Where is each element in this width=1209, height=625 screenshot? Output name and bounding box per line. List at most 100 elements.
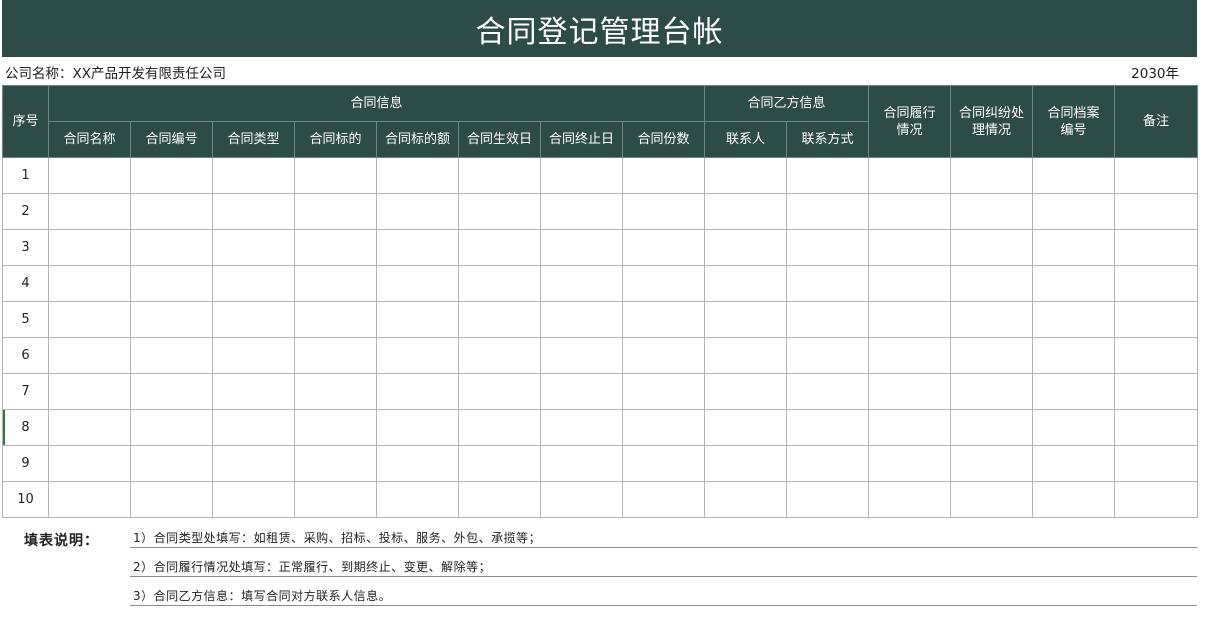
table-cell[interactable] — [868, 229, 952, 266]
table-cell[interactable] — [540, 193, 623, 230]
table-cell[interactable] — [376, 193, 459, 230]
table-cell[interactable] — [540, 157, 623, 194]
table-cell[interactable] — [1032, 445, 1116, 482]
table-cell[interactable] — [48, 193, 131, 230]
table-cell[interactable] — [704, 229, 788, 266]
table-cell[interactable] — [868, 157, 952, 194]
table-cell[interactable] — [621, 157, 706, 194]
table-cell[interactable] — [868, 301, 952, 338]
table-cell[interactable] — [294, 481, 377, 518]
table-cell[interactable] — [130, 409, 213, 446]
row-index-cell[interactable]: 10 — [2, 481, 49, 518]
table-cell[interactable] — [458, 301, 541, 338]
table-cell[interactable] — [621, 337, 706, 374]
table-cell[interactable] — [376, 157, 459, 194]
table-cell[interactable] — [1114, 373, 1199, 410]
table-cell[interactable] — [130, 373, 213, 410]
table-cell[interactable] — [458, 445, 541, 482]
table-cell[interactable] — [704, 409, 788, 446]
table-cell[interactable] — [621, 445, 706, 482]
table-cell[interactable] — [48, 157, 131, 194]
table-cell[interactable] — [212, 337, 295, 374]
table-cell[interactable] — [1114, 157, 1199, 194]
table-cell[interactable] — [376, 481, 459, 518]
table-cell[interactable] — [376, 409, 459, 446]
table-cell[interactable] — [130, 337, 213, 374]
table-cell[interactable] — [294, 337, 377, 374]
table-cell[interactable] — [540, 301, 623, 338]
table-cell[interactable] — [950, 157, 1034, 194]
table-cell[interactable] — [1114, 481, 1199, 518]
table-cell[interactable] — [1114, 229, 1199, 266]
table-cell[interactable] — [1032, 229, 1116, 266]
table-cell[interactable] — [540, 337, 623, 374]
table-cell[interactable] — [704, 265, 788, 302]
table-cell[interactable] — [1114, 409, 1199, 446]
table-cell[interactable] — [376, 265, 459, 302]
table-cell[interactable] — [786, 337, 870, 374]
table-cell[interactable] — [130, 301, 213, 338]
table-cell[interactable] — [294, 265, 377, 302]
table-cell[interactable] — [540, 409, 623, 446]
table-cell[interactable] — [621, 265, 706, 302]
table-cell[interactable] — [130, 229, 213, 266]
table-cell[interactable] — [1114, 445, 1199, 482]
table-cell[interactable] — [786, 409, 870, 446]
table-cell[interactable] — [294, 445, 377, 482]
table-cell[interactable] — [458, 193, 541, 230]
table-cell[interactable] — [786, 373, 870, 410]
table-cell[interactable] — [540, 481, 623, 518]
table-cell[interactable] — [458, 373, 541, 410]
table-cell[interactable] — [458, 337, 541, 374]
table-cell[interactable] — [458, 157, 541, 194]
table-cell[interactable] — [130, 193, 213, 230]
table-cell[interactable] — [48, 265, 131, 302]
table-cell[interactable] — [212, 193, 295, 230]
table-cell[interactable] — [294, 157, 377, 194]
table-cell[interactable] — [704, 301, 788, 338]
table-cell[interactable] — [1032, 409, 1116, 446]
table-cell[interactable] — [376, 337, 459, 374]
table-cell[interactable] — [212, 157, 295, 194]
table-cell[interactable] — [48, 409, 131, 446]
row-index-cell[interactable]: 6 — [2, 337, 49, 374]
table-cell[interactable] — [376, 445, 459, 482]
table-cell[interactable] — [212, 373, 295, 410]
table-cell[interactable] — [48, 373, 131, 410]
row-index-cell[interactable]: 3 — [2, 229, 49, 266]
table-cell[interactable] — [1114, 301, 1199, 338]
table-cell[interactable] — [294, 229, 377, 266]
table-cell[interactable] — [950, 193, 1034, 230]
table-cell[interactable] — [786, 301, 870, 338]
table-cell[interactable] — [621, 481, 706, 518]
table-cell[interactable] — [1032, 301, 1116, 338]
table-cell[interactable] — [868, 409, 952, 446]
table-cell[interactable] — [704, 157, 788, 194]
table-cell[interactable] — [786, 157, 870, 194]
table-cell[interactable] — [621, 373, 706, 410]
table-cell[interactable] — [130, 445, 213, 482]
row-index-cell[interactable]: 2 — [2, 193, 49, 230]
table-cell[interactable] — [1032, 481, 1116, 518]
row-index-cell[interactable]: 4 — [2, 265, 49, 302]
table-cell[interactable] — [294, 373, 377, 410]
table-cell[interactable] — [950, 445, 1034, 482]
table-cell[interactable] — [1032, 265, 1116, 302]
table-cell[interactable] — [1032, 373, 1116, 410]
table-cell[interactable] — [704, 193, 788, 230]
table-cell[interactable] — [294, 409, 377, 446]
table-cell[interactable] — [212, 229, 295, 266]
table-cell[interactable] — [704, 445, 788, 482]
table-cell[interactable] — [868, 373, 952, 410]
table-cell[interactable] — [48, 229, 131, 266]
table-cell[interactable] — [786, 229, 870, 266]
row-index-cell[interactable]: 8 — [2, 409, 49, 446]
table-cell[interactable] — [1032, 193, 1116, 230]
table-cell[interactable] — [48, 337, 131, 374]
table-cell[interactable] — [704, 481, 788, 518]
table-cell[interactable] — [950, 301, 1034, 338]
table-cell[interactable] — [540, 445, 623, 482]
table-cell[interactable] — [950, 373, 1034, 410]
table-cell[interactable] — [376, 373, 459, 410]
table-cell[interactable] — [540, 229, 623, 266]
